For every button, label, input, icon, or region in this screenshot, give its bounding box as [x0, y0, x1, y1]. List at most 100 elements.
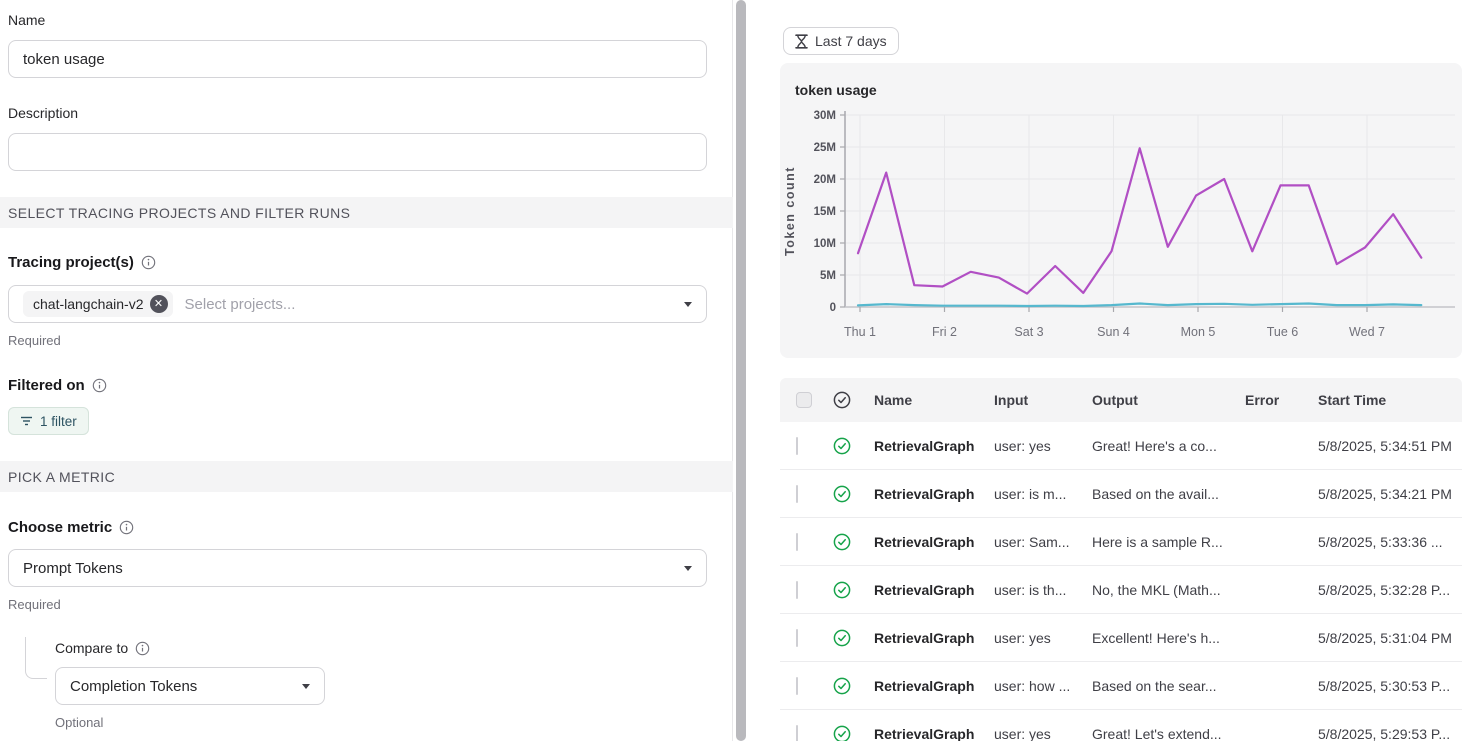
- table-row[interactable]: RetrievalGraphuser: Sam...Here is a samp…: [780, 518, 1462, 566]
- table-header-row: NameInputOutputErrorStart Time: [780, 378, 1462, 422]
- run-start-time: 5/8/2025, 5:31:04 PM: [1308, 630, 1462, 646]
- run-input: user: is m...: [984, 486, 1082, 502]
- column-header-input: Input: [984, 392, 1082, 408]
- row-checkbox[interactable]: [796, 725, 798, 741]
- svg-text:20M: 20M: [814, 174, 836, 186]
- table-row[interactable]: RetrievalGraphuser: yesGreat! Let's exte…: [780, 710, 1462, 741]
- run-input: user: yes: [984, 726, 1082, 741]
- filtered-on-label: Filtered on: [8, 377, 107, 394]
- status-success-icon: [832, 676, 852, 696]
- run-start-time: 5/8/2025, 5:30:53 P...: [1308, 678, 1462, 694]
- table-body: RetrievalGraphuser: yesGreat! Here's a c…: [780, 422, 1462, 741]
- row-checkbox[interactable]: [796, 533, 798, 551]
- run-input: user: is th...: [984, 582, 1082, 598]
- status-success-icon: [832, 580, 852, 600]
- remove-project-icon[interactable]: ✕: [150, 295, 168, 313]
- tracing-required-hint: Required: [8, 333, 61, 348]
- run-name: RetrievalGraph: [864, 582, 984, 598]
- table-row[interactable]: RetrievalGraphuser: how ...Based on the …: [780, 662, 1462, 710]
- column-header-name: Name: [864, 392, 984, 408]
- status-success-icon: [832, 436, 852, 456]
- section-select-projects: SELECT TRACING PROJECTS AND FILTER RUNS: [0, 197, 733, 228]
- status-success-icon: [832, 532, 852, 552]
- filter-count-button[interactable]: 1 filter: [8, 407, 89, 435]
- column-header-error: Error: [1235, 392, 1308, 408]
- svg-text:15M: 15M: [814, 206, 836, 218]
- run-output: Great! Here's a co...: [1082, 438, 1235, 454]
- run-output: Great! Let's extend...: [1082, 726, 1235, 741]
- run-input: user: yes: [984, 438, 1082, 454]
- project-chip: chat-langchain-v2 ✕: [23, 291, 173, 317]
- chart-preview-card: token usage 05M10M15M20M25M30MThu 1Fri 2…: [780, 63, 1462, 358]
- filter-lines-icon: [20, 415, 33, 427]
- run-start-time: 5/8/2025, 5:33:36 ...: [1308, 534, 1462, 550]
- left-panel-scrollbar-track: [733, 0, 748, 741]
- status-success-icon: [832, 724, 852, 741]
- svg-text:Mon 5: Mon 5: [1181, 325, 1216, 339]
- name-field-box: [8, 40, 707, 78]
- row-checkbox[interactable]: [796, 677, 798, 695]
- hourglass-icon: [795, 34, 808, 49]
- description-input[interactable]: [23, 144, 692, 161]
- row-checkbox[interactable]: [796, 629, 798, 647]
- svg-text:Token count: Token count: [783, 166, 797, 256]
- name-input[interactable]: [23, 51, 692, 68]
- chevron-down-icon: [302, 684, 310, 689]
- projects-placeholder: Select projects...: [185, 296, 296, 313]
- run-name: RetrievalGraph: [864, 534, 984, 550]
- table-row[interactable]: RetrievalGraphuser: is th...No, the MKL …: [780, 566, 1462, 614]
- svg-text:Tue 6: Tue 6: [1267, 325, 1299, 339]
- run-input: user: how ...: [984, 678, 1082, 694]
- table-row[interactable]: RetrievalGraphuser: yesGreat! Here's a c…: [780, 422, 1462, 470]
- left-panel-scrollbar[interactable]: [736, 0, 746, 741]
- chart-config-panel: Name Description SELECT TRACING PROJECTS…: [0, 0, 733, 741]
- token-usage-line-chart: 05M10M15M20M25M30MThu 1Fri 2Sat 3Sun 4Mo…: [780, 63, 1462, 358]
- select-all-checkbox[interactable]: [796, 392, 812, 408]
- svg-text:Wed 7: Wed 7: [1349, 325, 1385, 339]
- runs-table: NameInputOutputErrorStart Time Retrieval…: [780, 378, 1462, 741]
- run-output: Here is a sample R...: [1082, 534, 1235, 550]
- run-input: user: yes: [984, 630, 1082, 646]
- nesting-connector: [25, 637, 47, 679]
- run-output: Based on the sear...: [1082, 678, 1235, 694]
- compare-select[interactable]: Completion Tokens: [55, 667, 325, 705]
- row-checkbox[interactable]: [796, 485, 798, 503]
- metric-select[interactable]: Prompt Tokens: [8, 549, 707, 587]
- info-icon[interactable]: [141, 255, 156, 270]
- run-output: Excellent! Here's h...: [1082, 630, 1235, 646]
- run-name: RetrievalGraph: [864, 678, 984, 694]
- run-start-time: 5/8/2025, 5:32:28 P...: [1308, 582, 1462, 598]
- status-column-icon: [832, 390, 852, 410]
- table-row[interactable]: RetrievalGraphuser: is m...Based on the …: [780, 470, 1462, 518]
- run-start-time: 5/8/2025, 5:29:53 P...: [1308, 726, 1462, 741]
- run-input: user: Sam...: [984, 534, 1082, 550]
- info-icon[interactable]: [135, 641, 150, 656]
- info-icon[interactable]: [92, 378, 107, 393]
- row-checkbox[interactable]: [796, 581, 798, 599]
- info-icon[interactable]: [119, 520, 134, 535]
- status-success-icon: [832, 484, 852, 504]
- section-pick-metric: PICK A METRIC: [0, 461, 733, 492]
- run-start-time: 5/8/2025, 5:34:21 PM: [1308, 486, 1462, 502]
- run-output: No, the MKL (Math...: [1082, 582, 1235, 598]
- run-name: RetrievalGraph: [864, 726, 984, 741]
- run-name: RetrievalGraph: [864, 630, 984, 646]
- choose-metric-label: Choose metric: [8, 519, 134, 536]
- svg-text:10M: 10M: [814, 238, 836, 250]
- row-checkbox[interactable]: [796, 437, 798, 455]
- project-multiselect[interactable]: chat-langchain-v2 ✕ Select projects...: [8, 285, 707, 323]
- column-header-output: Output: [1082, 392, 1235, 408]
- compare-optional-hint: Optional: [55, 715, 103, 730]
- time-range-button[interactable]: Last 7 days: [783, 27, 899, 55]
- run-start-time: 5/8/2025, 5:34:51 PM: [1308, 438, 1462, 454]
- svg-text:Sun 4: Sun 4: [1097, 325, 1130, 339]
- name-label: Name: [8, 12, 45, 28]
- preview-panel: Last 7 days token usage 05M10M15M20M25M3…: [748, 0, 1475, 741]
- chevron-down-icon[interactable]: [684, 302, 692, 307]
- run-output: Based on the avail...: [1082, 486, 1235, 502]
- description-field-box: [8, 133, 707, 171]
- svg-text:Fri 2: Fri 2: [932, 325, 957, 339]
- metric-required-hint: Required: [8, 597, 61, 612]
- table-row[interactable]: RetrievalGraphuser: yesExcellent! Here's…: [780, 614, 1462, 662]
- svg-text:0: 0: [830, 302, 836, 314]
